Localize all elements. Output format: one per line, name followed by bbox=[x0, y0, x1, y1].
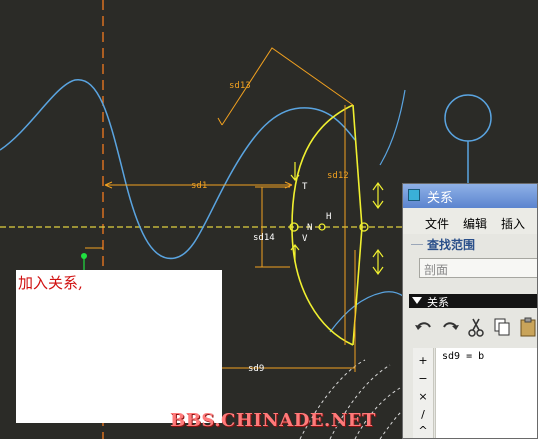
relation-line[interactable]: sd9 = b bbox=[442, 351, 484, 362]
scope-value: 剖面 bbox=[424, 263, 449, 277]
redo-icon[interactable] bbox=[439, 316, 461, 338]
divide-operator-button[interactable]: / bbox=[413, 408, 433, 421]
dialog-title: 关系 bbox=[427, 191, 454, 206]
relations-section-title: 关系 bbox=[427, 296, 449, 309]
blue-curve-side bbox=[379, 89, 406, 166]
minus-operator-button[interactable]: − bbox=[413, 372, 433, 385]
relations-toolbar bbox=[409, 312, 538, 342]
note-box: 加入关系, bbox=[16, 270, 222, 423]
watermark: BBS.CHINADE.NET bbox=[170, 410, 376, 431]
dim-sd12[interactable]: sd12 bbox=[327, 171, 349, 181]
group-border bbox=[411, 244, 423, 245]
menu-file[interactable]: 文件 bbox=[425, 215, 449, 232]
constraint-h: H bbox=[326, 212, 331, 222]
dim-sd14[interactable]: sd14 bbox=[253, 233, 275, 243]
dim-sd9[interactable]: sd9 bbox=[248, 364, 264, 374]
menu-edit[interactable]: 编辑 bbox=[463, 215, 487, 232]
menu-bar: 文件 编辑 插入 bbox=[403, 208, 537, 234]
relations-editor[interactable]: sd9 = b bbox=[435, 348, 537, 438]
copy-icon[interactable] bbox=[491, 316, 513, 338]
app-icon bbox=[408, 189, 420, 201]
paste-icon[interactable] bbox=[517, 316, 538, 338]
dialog-titlebar[interactable]: 关系 bbox=[403, 184, 537, 208]
menu-insert[interactable]: 插入 bbox=[501, 215, 525, 232]
relations-section-header[interactable]: 关系 bbox=[409, 294, 537, 309]
dim-sd13[interactable]: sd13 bbox=[229, 81, 251, 91]
operator-toolbar: + − × / ^ bbox=[413, 348, 434, 438]
cut-icon[interactable] bbox=[465, 316, 487, 338]
note-text: 加入关系, bbox=[18, 274, 83, 292]
constraint-v: V bbox=[302, 234, 308, 244]
plus-operator-button[interactable]: + bbox=[413, 354, 433, 367]
collapse-arrow-icon[interactable] bbox=[412, 297, 422, 304]
scope-select[interactable]: 剖面 bbox=[419, 258, 537, 278]
section-profile-edge-lower[interactable] bbox=[352, 226, 363, 346]
constraint-t: T bbox=[302, 182, 308, 192]
power-operator-button[interactable]: ^ bbox=[413, 424, 433, 437]
blue-curve-main bbox=[0, 79, 356, 260]
search-scope-label: 查找范围 bbox=[427, 238, 476, 252]
multiply-operator-button[interactable]: × bbox=[413, 390, 433, 403]
circle-feature bbox=[444, 94, 492, 142]
search-scope-group: 查找范围 剖面 bbox=[409, 236, 537, 286]
relations-dialog[interactable]: 关系 文件 编辑 插入 查找范围 剖面 关系 + − × / ^ sd9 = b bbox=[402, 183, 538, 439]
undo-icon[interactable] bbox=[413, 316, 435, 338]
constraint-n: N bbox=[307, 223, 312, 233]
section-profile-edge[interactable] bbox=[352, 104, 363, 228]
dim-sd1[interactable]: sd1 bbox=[191, 181, 207, 191]
section-profile-arc[interactable] bbox=[291, 104, 354, 346]
